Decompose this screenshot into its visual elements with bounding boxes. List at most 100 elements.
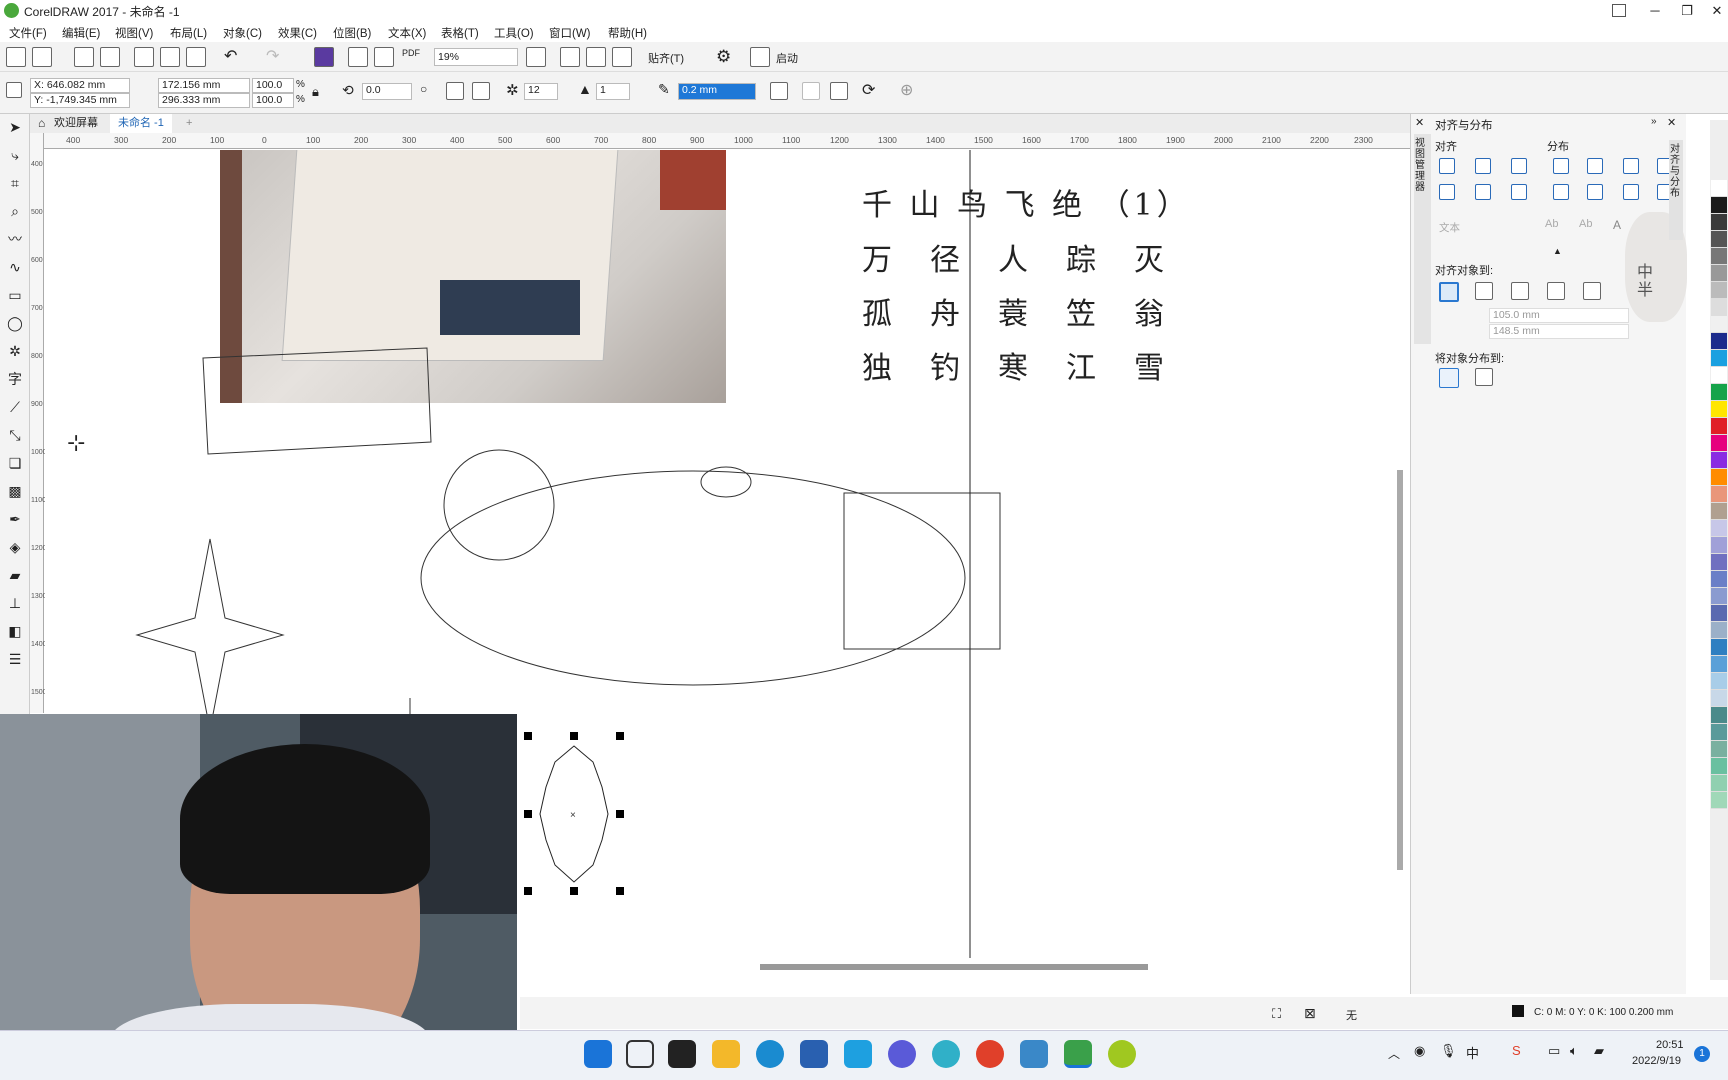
smart-fill-icon[interactable]: ▰ <box>6 566 24 584</box>
color-swatch[interactable] <box>1711 248 1727 265</box>
store-icon[interactable] <box>800 1040 828 1068</box>
menu-object[interactable]: 对象(C) <box>223 25 262 41</box>
menu-edit[interactable]: 编辑(E) <box>62 25 100 41</box>
crop-tool-icon[interactable]: ⌗ <box>6 174 24 192</box>
copy-icon[interactable] <box>160 47 180 67</box>
rectangle-tool-icon[interactable]: ▭ <box>6 286 24 304</box>
text-wrap-icon[interactable] <box>770 82 788 100</box>
network-icon[interactable]: ▭ <box>1548 1043 1560 1059</box>
menu-table[interactable]: 表格(T) <box>441 25 479 41</box>
mirror-vertical-icon[interactable] <box>472 82 490 100</box>
app-screen-icon[interactable] <box>1020 1040 1048 1068</box>
start-menu-icon[interactable] <box>584 1040 612 1068</box>
star-points-field[interactable]: 12 <box>524 83 558 100</box>
distribute-bottom-icon[interactable] <box>1623 184 1639 200</box>
import-icon[interactable] <box>348 47 368 67</box>
app-affinity-icon[interactable] <box>888 1040 916 1068</box>
poem-line[interactable]: 万 径 人 踪 灭 <box>862 235 1168 279</box>
rotate-icon[interactable]: ⟲ <box>342 82 354 99</box>
color-swatch[interactable] <box>1711 537 1727 554</box>
text-tool-icon[interactable]: 字 <box>6 370 24 388</box>
color-swatch[interactable] <box>1711 554 1727 571</box>
distribute-left-icon[interactable] <box>1553 158 1569 174</box>
color-swatch[interactable] <box>1711 673 1727 690</box>
color-swatch[interactable] <box>1711 180 1727 197</box>
color-swatch[interactable] <box>1711 775 1727 792</box>
search-content-icon[interactable] <box>314 47 334 67</box>
menu-effects[interactable]: 效果(C) <box>278 25 317 41</box>
convert-curves-icon[interactable]: ⟳ <box>862 80 875 100</box>
horizontal-ruler[interactable]: 400 300 200 100 0 100 200 300 400 500 60… <box>44 133 1410 149</box>
clock-time[interactable]: 20:51 <box>1656 1039 1684 1051</box>
color-swatch[interactable] <box>1711 401 1727 418</box>
align-top-icon[interactable] <box>1439 184 1455 200</box>
restore-button[interactable]: ❐ <box>1670 0 1704 22</box>
mirror-horizontal-icon[interactable] <box>446 82 464 100</box>
color-swatch[interactable] <box>1711 741 1727 758</box>
add-tab-button[interactable]: + <box>178 114 200 133</box>
distribute-center-icon[interactable] <box>1587 158 1603 174</box>
rotation-angle-field[interactable]: 0.0 <box>362 83 412 100</box>
menu-bitmaps[interactable]: 位图(B) <box>333 25 371 41</box>
sharpness-field[interactable]: 1 <box>596 83 630 100</box>
side-tab-label[interactable]: 视图管理器 <box>1415 138 1427 193</box>
connector-tool-icon[interactable]: ⤡ <box>6 426 24 444</box>
color-swatch[interactable] <box>1711 197 1727 214</box>
align-right-icon[interactable] <box>1511 158 1527 174</box>
y-align-field[interactable]: 148.5 mm <box>1489 324 1629 339</box>
transparency-icon[interactable]: ▩ <box>6 482 24 500</box>
docker-close-icon[interactable]: ✕ <box>1415 116 1424 129</box>
distribute-middle-icon[interactable] <box>1587 184 1603 200</box>
launch-icon[interactable] <box>750 47 770 67</box>
align-center-h-icon[interactable] <box>1475 158 1491 174</box>
color-swatch[interactable] <box>1711 690 1727 707</box>
x-position-field[interactable]: X: 646.082 mm <box>30 78 130 93</box>
color-swatch[interactable] <box>1711 503 1727 520</box>
fill-indicator-icon[interactable]: ⛶ <box>1272 1006 1281 1022</box>
object-origin-icon[interactable] <box>6 82 22 98</box>
app-lime-icon[interactable] <box>1108 1040 1136 1068</box>
color-swatch[interactable] <box>1711 265 1727 282</box>
y-position-field[interactable]: Y: -1,749.345 mm <box>30 93 130 108</box>
tray-chevron-icon[interactable]: ︿ <box>1388 1045 1400 1062</box>
menu-file[interactable]: 文件(F) <box>9 25 47 41</box>
to-back-icon[interactable] <box>802 82 820 100</box>
color-swatch[interactable] <box>1711 231 1727 248</box>
grid-icon[interactable] <box>586 47 606 67</box>
color-swatch[interactable] <box>1711 571 1727 588</box>
distribute-to-page-icon[interactable] <box>1475 368 1493 386</box>
vertical-ruler[interactable]: 400 500 600 700 800 900 1000 1100 1200 1… <box>30 133 47 713</box>
text-align-icon-2[interactable]: Ab <box>1579 218 1592 230</box>
poem-line[interactable]: 独 钓 寒 江 雪 <box>862 343 1168 387</box>
launch-dropdown[interactable]: 启动 <box>776 50 798 66</box>
customize-icon[interactable]: ☰ <box>6 650 24 668</box>
color-swatch[interactable] <box>1711 367 1727 384</box>
artistic-media-icon[interactable]: ∿ <box>6 258 24 276</box>
zoom-fit-icon[interactable] <box>526 47 546 67</box>
drop-shadow-icon[interactable]: ❏ <box>6 454 24 472</box>
search-icon[interactable] <box>626 1040 654 1068</box>
text-align-icon[interactable]: Ab <box>1545 218 1558 230</box>
publish-pdf-icon[interactable]: PDF <box>402 48 420 58</box>
color-tool-icon[interactable]: ◧ <box>6 622 24 640</box>
color-swatch[interactable] <box>1711 486 1727 503</box>
outline-tool-icon[interactable]: ⊥ <box>6 594 24 612</box>
minimize-button[interactable]: ─ <box>1638 0 1672 22</box>
no-fill-icon[interactable]: ⊠ <box>1304 1005 1316 1022</box>
save-icon[interactable] <box>74 47 94 67</box>
poem-title[interactable]: 千 山 鸟 飞 绝 （1） <box>862 180 1191 224</box>
undo-icon[interactable]: ↶ <box>224 46 237 66</box>
docker-close-x-icon[interactable]: ✕ <box>1667 116 1676 129</box>
scale-height-field[interactable]: 100.0 <box>252 93 294 108</box>
color-swatch[interactable] <box>1711 469 1727 486</box>
align-to-page-center-icon[interactable] <box>1511 282 1529 300</box>
shape-tool-icon[interactable]: ⤷ <box>6 146 24 164</box>
color-swatch[interactable] <box>1711 435 1727 452</box>
side-tab-label[interactable]: 对齐与分布 <box>1670 144 1682 199</box>
menu-window[interactable]: 窗口(W) <box>549 25 591 41</box>
outline-width-field[interactable]: 0.2 mm <box>678 83 756 100</box>
color-swatch[interactable] <box>1711 299 1727 316</box>
align-left-icon[interactable] <box>1439 158 1455 174</box>
print-icon[interactable] <box>100 47 120 67</box>
chrome-icon[interactable] <box>976 1040 1004 1068</box>
